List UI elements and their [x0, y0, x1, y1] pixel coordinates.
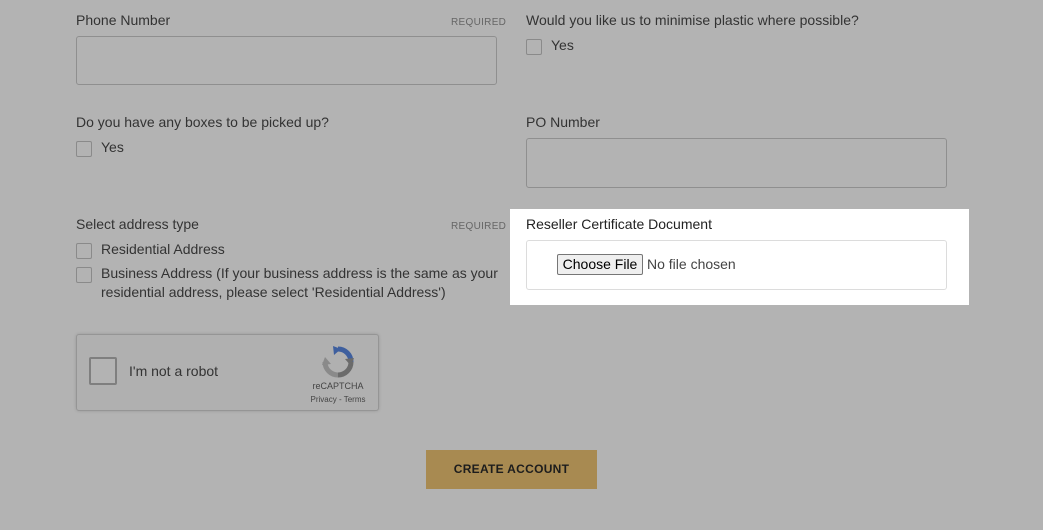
boxes-pickup-question: Do you have any boxes to be picked up?	[76, 114, 329, 130]
file-status-text: No file chosen	[647, 256, 736, 272]
recaptcha-logo-icon	[321, 345, 355, 379]
phone-required-tag: REQUIRED	[451, 17, 507, 28]
reseller-certificate-label: Reseller Certificate Document	[526, 216, 712, 232]
business-address-label-line1[interactable]: Business Address (If your business addre…	[101, 264, 498, 283]
boxes-pickup-yes-label[interactable]: Yes	[101, 138, 124, 157]
create-account-button[interactable]: CREATE ACCOUNT	[426, 450, 597, 489]
recaptcha-terms-link[interactable]: Terms	[344, 395, 366, 404]
recaptcha-brand: reCAPTCHA	[312, 381, 364, 391]
phone-number-label: Phone Number	[76, 12, 171, 28]
address-type-label: Select address type	[76, 216, 199, 232]
boxes-pickup-checkbox[interactable]	[76, 141, 92, 157]
po-number-input[interactable]	[526, 138, 947, 188]
residential-address-checkbox[interactable]	[76, 243, 92, 259]
business-address-checkbox[interactable]	[76, 267, 92, 283]
phone-number-input[interactable]	[76, 36, 497, 85]
minimise-plastic-question: Would you like us to minimise plastic wh…	[526, 12, 859, 28]
po-number-label: PO Number	[526, 114, 600, 130]
residential-address-label[interactable]: Residential Address	[101, 240, 225, 259]
recaptcha-checkbox[interactable]	[89, 357, 117, 385]
recaptcha-widget: I'm not a robot reCAPTCHA Privacy - Term…	[76, 334, 379, 411]
recaptcha-privacy-link[interactable]: Privacy	[311, 395, 337, 404]
recaptcha-label: I'm not a robot	[129, 363, 219, 379]
recaptcha-links: Privacy - Terms	[299, 395, 377, 404]
business-address-label-line2[interactable]: residential address, please select 'Resi…	[101, 283, 446, 302]
choose-file-button[interactable]: Choose File	[557, 254, 643, 275]
recaptcha-link-separator: -	[336, 395, 344, 404]
minimise-plastic-checkbox[interactable]	[526, 39, 542, 55]
address-type-required-tag: REQUIRED	[451, 221, 507, 232]
minimise-plastic-yes-label[interactable]: Yes	[551, 36, 574, 55]
